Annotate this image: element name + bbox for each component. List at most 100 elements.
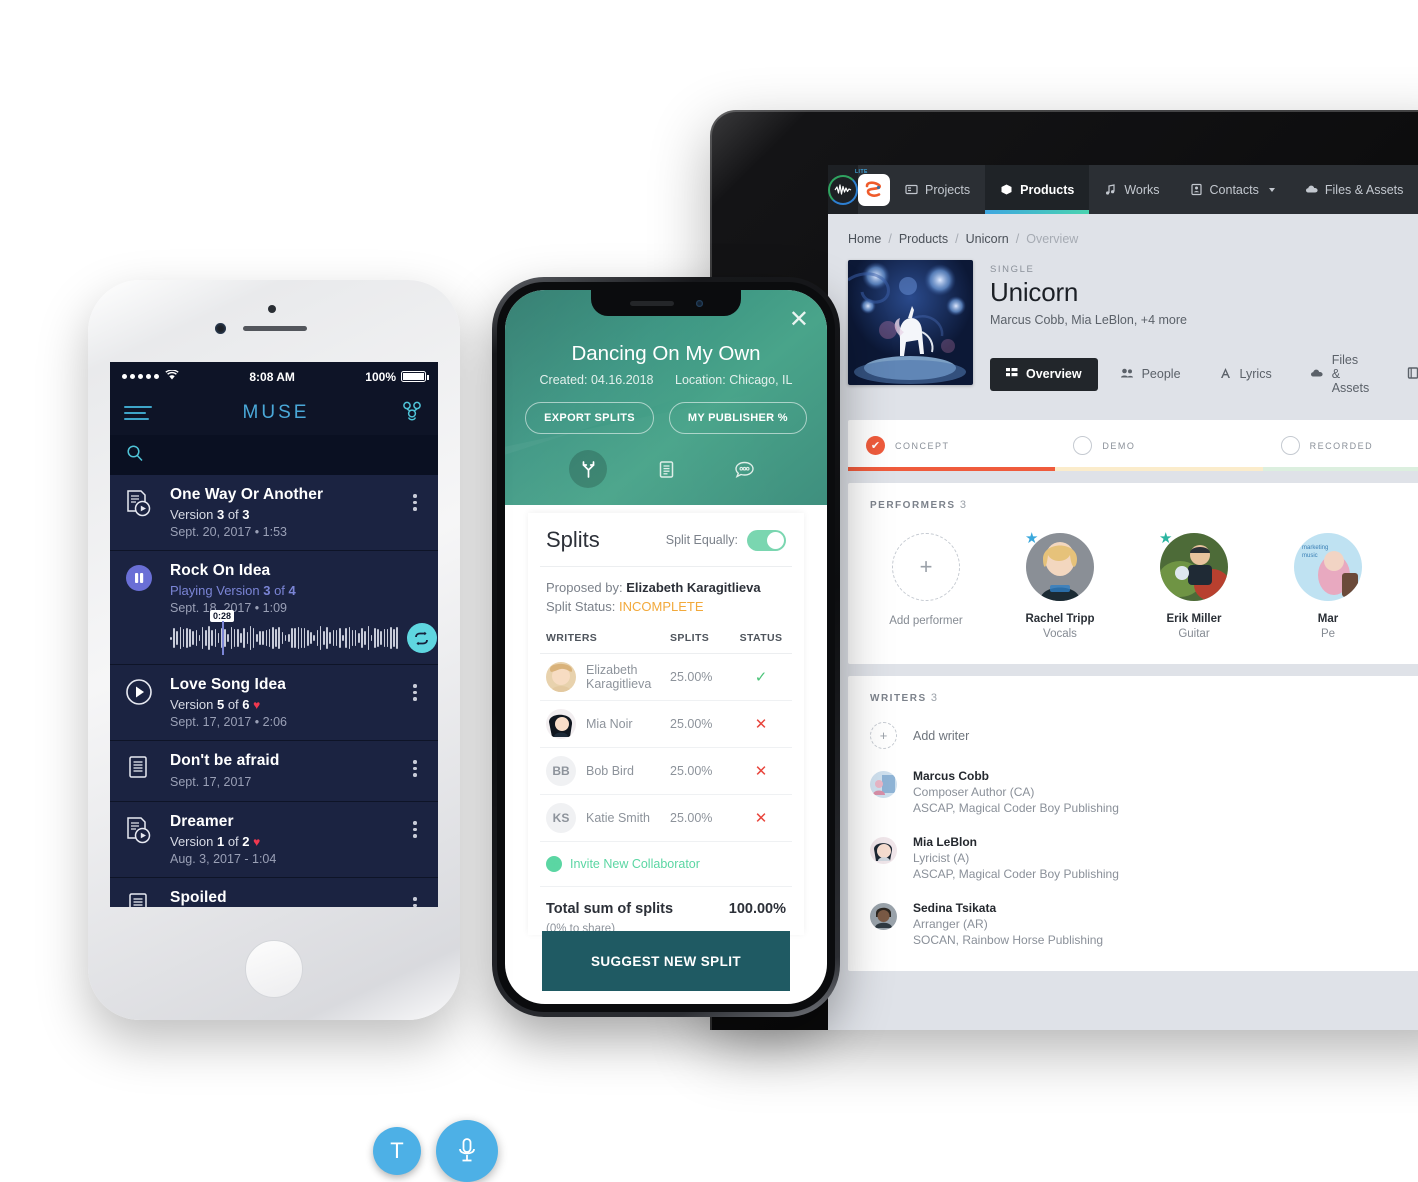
performer-role: Vocals (1043, 628, 1077, 640)
tab-files-assets[interactable]: Files & Assets (1294, 344, 1386, 404)
waveform-bar (176, 630, 178, 646)
product-kind: SINGLE (990, 264, 1035, 275)
nav-item-projects[interactable]: Projects (890, 165, 985, 214)
waveform-glyph (834, 183, 851, 195)
playhead[interactable] (222, 621, 224, 655)
waveform-bar (374, 627, 376, 649)
waveform-bar (252, 627, 255, 648)
text-note-icon[interactable]: T (373, 1127, 421, 1175)
song-info: Love Song Idea Version 5 of 6 ♥ Sept. 17… (170, 676, 393, 729)
more-options-icon[interactable] (406, 676, 424, 701)
split-fork-icon[interactable] (569, 450, 607, 488)
waveform-bar (192, 631, 194, 645)
table-row[interactable]: Elizabeth Karagitlieva 25.00% ✓ (540, 654, 792, 701)
song-date: Aug. 3, 2017 - 1:04 (170, 852, 277, 866)
waveform-bar (272, 627, 274, 649)
more-options-icon[interactable] (406, 486, 424, 511)
waveform-scrubber[interactable]: 0:28 (170, 610, 398, 655)
waveform-bar (342, 634, 344, 642)
app-top-nav: LITE Projects Products Works Contacts Fi… (828, 165, 1418, 214)
performer-card[interactable]: marketing music Mar Pe (1282, 533, 1374, 640)
repeat-icon[interactable] (406, 623, 437, 653)
list-item[interactable]: Don't be afraid Sept. 17, 2017 (110, 741, 438, 802)
tab-lyrics[interactable]: Lyrics (1203, 358, 1288, 391)
writer-row[interactable]: Sedina Tsikata Arranger (AR) SOCAN, Rain… (870, 901, 1418, 947)
microphone-icon[interactable] (436, 1120, 498, 1182)
split-equally-control[interactable]: Split Equally: (666, 529, 786, 551)
hamburger-icon[interactable] (124, 402, 152, 424)
waveform-bar (335, 629, 338, 647)
song-version: Version 5 of 6 ♥ (170, 697, 393, 712)
waveform-bar (307, 629, 309, 647)
stage-concept[interactable]: ✔ CONCEPT (848, 436, 1055, 455)
lite-badge: LITE (855, 169, 868, 175)
invite-collaborator-button[interactable]: + Invite New Collaborator (540, 842, 792, 887)
collaborators-icon[interactable] (400, 400, 424, 427)
breadcrumb-home[interactable]: Home (848, 232, 881, 246)
stage-empty-icon (1280, 436, 1300, 455)
writer-role: Composer Author (CA) (913, 785, 1035, 799)
performer-card[interactable]: ★ Erik Miller Guitar (1148, 530, 1240, 640)
list-item[interactable]: Spoiled Sept. 20, 2017 • 1:53 (110, 878, 438, 907)
list-item[interactable]: Love Song Idea Version 5 of 6 ♥ Sept. 17… (110, 665, 438, 741)
song-date: Sept. 20, 2017 • 1:53 (170, 525, 287, 539)
waveform-bar (380, 630, 382, 646)
more-options-icon[interactable] (406, 813, 424, 838)
stage-bar-concept (848, 467, 1056, 471)
table-row[interactable]: BB Bob Bird 25.00% ✕ (540, 748, 792, 795)
add-performer-button[interactable]: + Add performer (880, 533, 972, 640)
close-icon: ✕ (754, 763, 768, 780)
more-options-icon[interactable] (406, 752, 424, 777)
favorite-heart-icon[interactable]: ♥ (253, 835, 260, 849)
plus-circle-icon: + (546, 856, 562, 872)
breadcrumb-unicorn[interactable]: Unicorn (966, 232, 1009, 246)
waveform-bar (291, 627, 293, 649)
performer-card[interactable]: ★ Rachel Tripp Vocals (1014, 531, 1106, 640)
stage-recorded[interactable]: RECORDED (1263, 436, 1418, 455)
split-percent: 25.00% (670, 764, 713, 778)
nav-item-works[interactable]: Works (1089, 165, 1174, 214)
status-badge: INCOMPLETE (619, 599, 704, 614)
star-icon: ★ (1159, 530, 1173, 547)
waveform-bar (230, 627, 233, 649)
home-button[interactable] (245, 940, 303, 998)
breadcrumb-products[interactable]: Products (899, 232, 948, 246)
nav-item-files-assets[interactable]: Files & Assets (1290, 165, 1418, 214)
song-title: Don't be afraid (170, 752, 280, 769)
stage-empty-icon (1073, 436, 1093, 455)
table-row[interactable]: Mia Noir 25.00% ✕ (540, 701, 792, 748)
list-item[interactable]: Rock On Idea Playing Version 3 of 4 Sept… (110, 551, 438, 665)
list-item[interactable]: One Way Or Another Version 3 of 3 Sept. … (110, 475, 438, 551)
chat-bubble-icon[interactable] (725, 450, 763, 488)
nav-item-contacts[interactable]: Contacts (1175, 165, 1290, 214)
writer-row[interactable]: Mia LeBlon Lyricist (A) ASCAP, Magical C… (870, 835, 1418, 881)
song-date: Sept. 17, 2017 (170, 775, 252, 789)
search-bar[interactable] (110, 435, 438, 475)
more-options-icon[interactable] (406, 889, 424, 907)
stage-demo[interactable]: DEMO (1055, 436, 1262, 455)
add-writer-button[interactable]: + Add writer (870, 722, 1418, 749)
export-splits-button[interactable]: EXPORT SPLITS (525, 402, 654, 434)
laptop-screen: LITE Projects Products Works Contacts Fi… (828, 165, 1418, 1030)
writers-title: WRITERS 3 (870, 692, 1418, 704)
writer-row[interactable]: Marcus Cobb Composer Author (CA) ASCAP, … (870, 769, 1418, 815)
waveform-bar (303, 628, 306, 648)
waveform-bar (377, 629, 379, 647)
nav-item-products[interactable]: Products (985, 165, 1090, 214)
tab-people[interactable]: People (1104, 358, 1197, 391)
tab-overview[interactable]: Overview (990, 357, 1098, 391)
waveform-bar (278, 626, 280, 650)
play-circle-icon[interactable] (124, 676, 157, 714)
my-publisher-button[interactable]: MY PUBLISHER % (668, 402, 807, 434)
document-icon[interactable] (647, 450, 685, 488)
split-equally-toggle[interactable] (747, 529, 786, 551)
table-row[interactable]: KS Katie Smith 25.00% ✕ (540, 795, 792, 842)
suggest-new-split-button[interactable]: SUGGEST NEW SPLIT (542, 931, 790, 991)
close-icon[interactable]: ✕ (789, 308, 809, 332)
brand-logo[interactable]: LITE (828, 165, 867, 214)
pause-icon[interactable] (124, 562, 157, 600)
favorite-heart-icon[interactable]: ♥ (253, 698, 260, 712)
list-item[interactable]: Dreamer Version 1 of 2 ♥ Aug. 3, 2017 - … (110, 802, 438, 878)
performer-name: Erik Miller (1166, 613, 1222, 625)
tab-details[interactable]: Details (1391, 358, 1418, 391)
